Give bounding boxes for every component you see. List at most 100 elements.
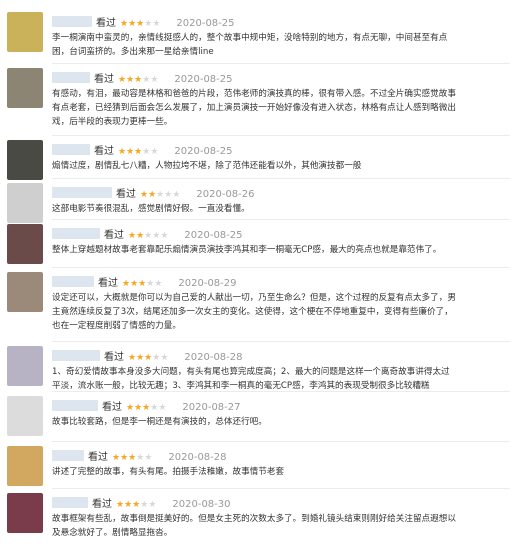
username[interactable]: [52, 228, 100, 239]
divider: [52, 391, 510, 392]
review-date: 2020-08-25: [174, 146, 233, 157]
review-text-line: 故事比较套路，但是李一桐还是有演技的，总体还行吧。: [52, 417, 267, 427]
star-rating: ★★★★★: [112, 453, 152, 463]
review-text: 整体上穿越题材故事老套靠配乐煽情演员演技李鸿其和李一桐毫无CP感，最大的亮点也就…: [52, 243, 510, 257]
review-text-line: 1、奇幻爱情故事本身没多大问题，有头有尾也算完成度高；2、最大的问题是这样一个离…: [52, 367, 450, 377]
star-filled-icon: ★: [120, 19, 129, 29]
star-empty-icon: ★: [148, 500, 157, 510]
username[interactable]: [52, 497, 88, 508]
divider: [52, 178, 510, 179]
star-filled-icon: ★: [112, 453, 121, 463]
star-filled-icon: ★: [136, 353, 145, 363]
review-text-line: 煽情过度，剧情乱七八糟，人物拉垮不堪，除了范伟还能看以外，其他演技都一般: [52, 161, 362, 171]
review-text-line: 李一桐演南中蛮灵的，亲情线挺感人的，整个故事中规中矩，没啥特别的地方，有点无聊，…: [52, 33, 448, 43]
username[interactable]: [52, 187, 112, 198]
watched-label: 看过: [94, 74, 114, 85]
review-text-line: 也在一定程度削弱了情感的力量。: [52, 321, 181, 331]
divider: [52, 488, 510, 489]
avatar[interactable]: [7, 346, 43, 386]
watched-label: 看过: [104, 352, 124, 363]
star-rating: ★★★★★: [116, 500, 156, 510]
star-empty-icon: ★: [152, 19, 161, 29]
avatar[interactable]: [7, 68, 43, 108]
review-text: 1、奇幻爱情故事本身没多大问题，有头有尾也算完成度高；2、最大的问题是这样一个离…: [52, 365, 510, 393]
avatar[interactable]: [7, 272, 43, 312]
star-filled-icon: ★: [136, 231, 145, 241]
watched-label: 看过: [96, 18, 116, 29]
avatar[interactable]: [7, 224, 43, 264]
divider: [52, 267, 510, 268]
star-filled-icon: ★: [128, 19, 137, 29]
review-text-line: 有点老套，已经猜到后面会怎么发展了，加上演员演技一开始好像没有进入状态，林格有点…: [52, 103, 456, 113]
review-meta: 看过 ★★★★★ 2020-08-29: [52, 276, 237, 290]
review-list: 看过 ★★★★★ 2020-08-25 李一桐演南中蛮灵的，亲情线挺感人的，整个故事中…: [0, 0, 518, 544]
star-empty-icon: ★: [150, 147, 159, 157]
username[interactable]: [52, 276, 94, 287]
review-text-line: 及悬念就好了。剧情略显拖沓。: [52, 528, 173, 538]
star-filled-icon: ★: [130, 279, 139, 289]
avatar[interactable]: [7, 183, 43, 223]
star-rating: ★★★★★: [122, 279, 162, 289]
divider: [52, 341, 510, 342]
username[interactable]: [52, 400, 98, 411]
star-empty-icon: ★: [160, 231, 169, 241]
star-filled-icon: ★: [134, 403, 143, 413]
star-filled-icon: ★: [148, 190, 157, 200]
review-text-line: 戏，后半段的表现力更棒一些。: [52, 117, 173, 127]
review-date: 2020-08-29: [178, 278, 237, 289]
star-rating: ★★★★★: [118, 75, 158, 85]
review-meta: 看过 ★★★★★ 2020-08-25: [52, 228, 243, 242]
star-rating: ★★★★★: [118, 147, 158, 157]
review-text-line: 有感动，有泪，最动容是林格和爸爸的片段，范伟老师的演技真的棒，很有带入感。不过全…: [52, 89, 456, 99]
star-filled-icon: ★: [120, 453, 129, 463]
review-text: 煽情过度，剧情乱七八糟，人物拉垮不堪，除了范伟还能看以外，其他演技都一般: [52, 159, 510, 173]
review-text: 李一桐演南中蛮灵的，亲情线挺感人的，整个故事中规中矩，没啥特别的地方，有点无聊，…: [52, 31, 510, 59]
star-filled-icon: ★: [128, 353, 137, 363]
star-filled-icon: ★: [128, 231, 137, 241]
star-rating: ★★★★★: [128, 231, 168, 241]
star-empty-icon: ★: [150, 75, 159, 85]
watched-label: 看过: [116, 189, 136, 200]
review-date: 2020-08-28: [168, 452, 227, 463]
review-text-line: 故事框架有些乱，故事倒是挺美好的。但是女主死的次数太多了。到婚礼镜头结束则刚好给…: [52, 514, 456, 524]
avatar[interactable]: [7, 493, 43, 533]
review-text: 故事比较套路，但是李一桐还是有演技的，总体还行吧。: [52, 415, 510, 429]
review-date: 2020-08-26: [196, 189, 255, 200]
review-text: 有感动，有泪，最动容是林格和爸爸的片段，范伟老师的演技真的棒，很有带入感。不过全…: [52, 87, 510, 129]
review-date: 2020-08-30: [172, 499, 231, 510]
username[interactable]: [52, 450, 84, 461]
review-text-line: 主竟然连续反复了3次，结尾还加多一次女主的变化。这使得，这个梗在不停地重复中，变…: [52, 307, 453, 317]
star-filled-icon: ★: [140, 190, 149, 200]
review-text-line: 设定还可以，大概就是你可以为自己爱的人献出一切，乃至生命么？但是，这个过程的反复…: [52, 293, 456, 303]
star-empty-icon: ★: [154, 279, 163, 289]
avatar[interactable]: [7, 140, 43, 180]
review-text: 设定还可以，大概就是你可以为自己爱的人献出一切，乃至生命么？但是，这个过程的反复…: [52, 291, 510, 333]
avatar[interactable]: [7, 396, 43, 436]
review-date: 2020-08-25: [176, 18, 235, 29]
star-filled-icon: ★: [122, 279, 131, 289]
username[interactable]: [52, 72, 90, 83]
divider: [52, 219, 510, 220]
review-meta: 看过 ★★★★★ 2020-08-30: [52, 497, 231, 511]
watched-label: 看过: [102, 402, 122, 413]
divider: [52, 63, 510, 64]
star-rating: ★★★★★: [128, 353, 168, 363]
star-empty-icon: ★: [172, 190, 181, 200]
star-filled-icon: ★: [126, 147, 135, 157]
review-date: 2020-08-25: [174, 74, 233, 85]
divider: [52, 135, 510, 136]
username[interactable]: [52, 16, 92, 27]
watched-label: 看过: [104, 230, 124, 241]
star-filled-icon: ★: [126, 75, 135, 85]
divider: [52, 441, 510, 442]
watched-label: 看过: [92, 499, 112, 510]
review-meta: 看过 ★★★★★ 2020-08-28: [52, 350, 243, 364]
review-meta: 看过 ★★★★★ 2020-08-27: [52, 400, 241, 414]
avatar[interactable]: [7, 446, 43, 486]
review-text-line: 讲述了完整的故事，有头有尾。拍摄手法稚嫩，故事情节老套: [52, 467, 285, 477]
avatar[interactable]: [7, 12, 43, 52]
username[interactable]: [52, 144, 90, 155]
star-filled-icon: ★: [118, 147, 127, 157]
username[interactable]: [52, 350, 100, 361]
review-text: 讲述了完整的故事，有头有尾。拍摄手法稚嫩，故事情节老套: [52, 465, 510, 479]
